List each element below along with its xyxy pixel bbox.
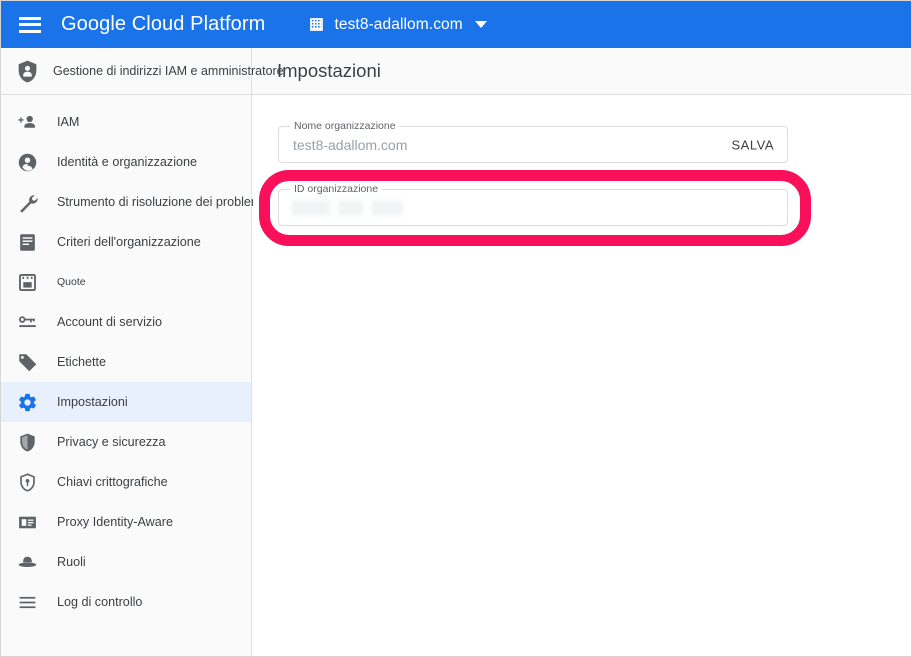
org-id-label: ID organizzazione [290,183,383,195]
sidebar-item-label: Log di controllo [57,595,143,609]
sidebar-nav: IAM Identità e organizzazione Strumento … [1,95,264,656]
hamburger-menu-icon[interactable] [19,16,41,33]
wrench-icon [16,191,38,213]
org-name-label: Nome organizzazione [290,120,400,132]
document-lines-icon [16,231,38,253]
org-name-value: test8-adallom.com [293,136,408,153]
product-title: Gestione di indirizzi IAM e amministrato… [53,64,284,78]
list-lines-icon [16,591,38,613]
sidebar-item-impostazioni[interactable]: Impostazioni [1,382,251,422]
sidebar-item-label: Account di servizio [57,315,162,329]
account-circle-icon [16,151,38,173]
save-button[interactable]: SALVA [732,137,774,152]
sidebar-item-proxy-identity-aware[interactable]: Proxy Identity-Aware [1,502,251,542]
shield-person-icon [18,60,37,82]
iap-panel-icon [16,511,38,533]
sidebar-item-quote[interactable]: Quote [1,262,251,302]
sidebar-item-privacy-e-sicurezza[interactable]: Privacy e sicurezza [1,422,251,462]
hamburger-bar [19,16,41,20]
org-id-field[interactable]: ID organizzazione [278,183,788,226]
building-icon [310,18,324,31]
sidebar-item-label: Privacy e sicurezza [57,435,166,449]
chevron-down-icon[interactable] [474,21,487,28]
sidebar-item-account-di-servizio[interactable]: Account di servizio [1,302,251,342]
sidebar-item-label: Criteri dell'organizzazione [57,235,201,249]
screenshot-root: Google Cloud Platform test8-adallom.com … [0,0,912,657]
organization-selector[interactable]: test8-adallom.com [308,15,487,34]
page-title: Impostazioni [277,60,381,81]
product-identity: Gestione di indirizzi IAM e amministrato… [1,48,284,94]
sidebar-item-log-di-controllo[interactable]: Log di controllo [1,582,251,622]
key-card-icon [16,311,38,333]
sidebar-item-label: Quote [57,276,86,288]
sidebar-item-criteri-dell-organizzazione[interactable]: Criteri dell'organizzazione [1,222,251,262]
sidebar-item-label: Chiavi crittografiche [57,475,168,489]
sidebar-item-label: Etichette [57,355,107,369]
sidebar-item-etichette[interactable]: Etichette [1,342,251,382]
organization-name: test8-adallom.com [334,15,463,33]
sidebar-item-label: Strumento di risoluzione dei problemi [57,195,265,209]
sidebar-item-identita-e-organizzazione[interactable]: Identità e organizzazione [1,142,251,182]
hat-icon [16,551,38,573]
sidebar-item-chiavi-crittografiche[interactable]: Chiavi crittografiche [1,462,251,502]
shield-icon [16,431,38,453]
sidebar-item-ruoli[interactable]: Ruoli [1,542,251,582]
top-app-bar: Google Cloud Platform test8-adallom.com [1,1,911,48]
sidebar-item-label: Ruoli [57,555,86,569]
sidebar-item-label: Proxy Identity-Aware [57,515,173,529]
hamburger-bar [19,29,41,33]
org-id-value-redacted [292,200,403,215]
sidebar-item-label: Impostazioni [57,395,128,409]
shield-key-icon [16,471,38,493]
sidebar-item-label: Identità e organizzazione [57,155,198,169]
hamburger-bar [19,23,41,26]
quota-calendar-icon [16,271,38,293]
gear-icon [16,391,38,413]
brand-title[interactable]: Google Cloud Platform [61,13,265,36]
person-add-icon [16,111,38,133]
sidebar-item-label: IAM [57,115,80,129]
tag-icon [16,351,38,373]
product-header-row: Gestione di indirizzi IAM e amministrato… [1,48,911,95]
sidebar-item-iam[interactable]: IAM [1,102,251,142]
main-content: Nome organizzazione test8-adallom.com SA… [253,95,911,656]
sidebar-item-strumento-di-risoluzione[interactable]: Strumento di risoluzione dei problemi [1,182,264,222]
org-name-field[interactable]: Nome organizzazione test8-adallom.com SA… [278,120,788,163]
